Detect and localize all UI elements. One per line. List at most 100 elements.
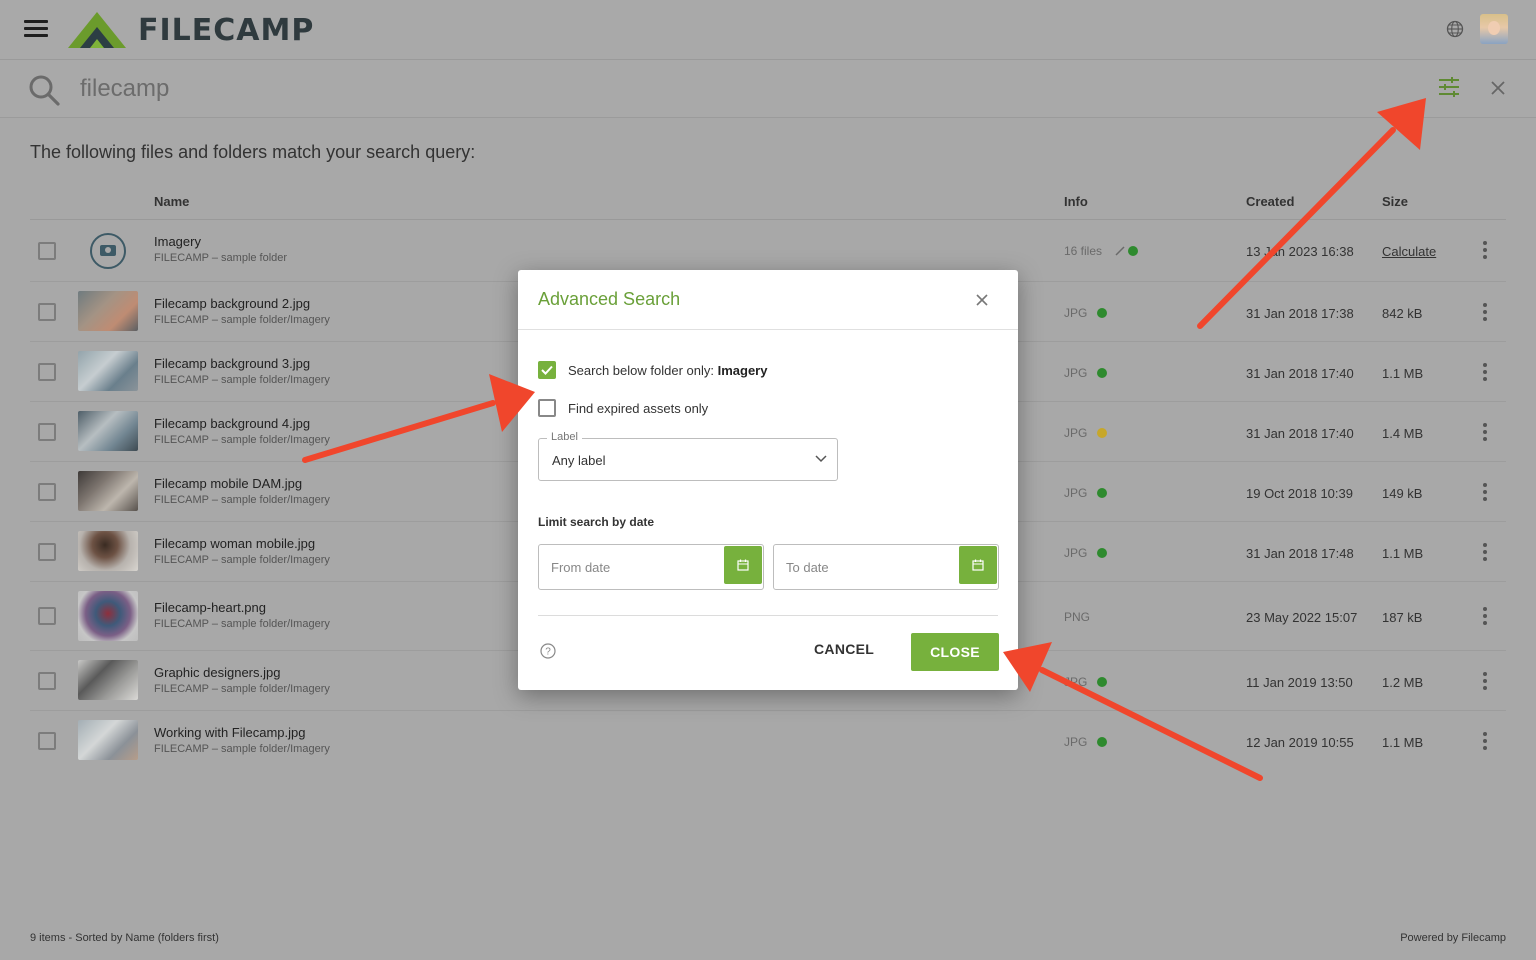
row-checkbox[interactable] <box>38 303 56 321</box>
file-info: JPG <box>1064 675 1088 689</box>
file-thumbnail[interactable] <box>78 471 138 511</box>
row-checkbox[interactable] <box>38 483 56 501</box>
from-date-calendar-button[interactable] <box>724 546 762 584</box>
file-size: 149 kB <box>1382 486 1423 501</box>
close-icon[interactable] <box>975 293 989 307</box>
file-name[interactable]: Filecamp background 4.jpg <box>154 416 310 431</box>
search-results-intro: The following files and folders match yo… <box>30 142 476 162</box>
logo-mark-icon <box>68 12 126 48</box>
file-size: 1.2 MB <box>1382 675 1424 690</box>
label-select-value: Any label <box>552 453 606 468</box>
kebab-icon[interactable] <box>1482 303 1488 321</box>
file-thumbnail[interactable] <box>78 720 138 760</box>
file-name[interactable]: Imagery <box>154 234 201 249</box>
file-name[interactable]: Filecamp background 3.jpg <box>154 356 310 371</box>
row-checkbox[interactable] <box>38 672 56 690</box>
file-name[interactable]: Graphic designers.jpg <box>154 665 280 680</box>
column-header-created[interactable]: Created <box>1246 194 1294 209</box>
row-checkbox[interactable] <box>38 543 56 561</box>
question-circle-icon[interactable]: ? <box>540 643 556 659</box>
file-size: 1.4 MB <box>1382 426 1424 441</box>
kebab-icon[interactable] <box>1482 241 1488 259</box>
top-bar: FILECAMP <box>0 0 1536 60</box>
file-created: 31 Jan 2018 17:48 <box>1246 546 1354 561</box>
status-dot <box>1097 428 1107 438</box>
dialog-title: Advanced Search <box>538 289 681 309</box>
status-dot <box>1128 246 1138 256</box>
file-thumbnail[interactable] <box>78 531 138 571</box>
file-path: FILECAMP – sample folder/Imagery <box>154 618 330 630</box>
label-select-legend: Label <box>547 431 582 443</box>
file-created: 31 Jan 2018 17:38 <box>1246 306 1354 321</box>
file-created: 12 Jan 2019 10:55 <box>1246 735 1354 750</box>
chevron-down-icon <box>815 455 827 463</box>
file-thumbnail[interactable] <box>78 660 138 700</box>
file-name[interactable]: Filecamp-heart.png <box>154 600 266 615</box>
kebab-icon[interactable] <box>1482 483 1488 501</box>
column-header-size[interactable]: Size <box>1382 194 1408 209</box>
close-button[interactable]: CLOSE <box>911 633 999 671</box>
file-size: 1.1 MB <box>1382 366 1424 381</box>
file-name[interactable]: Filecamp background 2.jpg <box>154 296 310 311</box>
cancel-button[interactable]: CANCEL <box>814 641 874 657</box>
file-name[interactable]: Working with Filecamp.jpg <box>154 725 305 740</box>
file-name[interactable]: Filecamp mobile DAM.jpg <box>154 476 302 491</box>
kebab-icon[interactable] <box>1482 423 1488 441</box>
file-path: FILECAMP – sample folder/Imagery <box>154 554 330 566</box>
table-row[interactable]: Working with Filecamp.jpg FILECAMP – sam… <box>30 711 1506 771</box>
to-date-calendar-button[interactable] <box>959 546 997 584</box>
search-below-label[interactable]: Search below folder only: Imagery <box>568 363 767 378</box>
kebab-icon[interactable] <box>1482 543 1488 561</box>
file-path: FILECAMP – sample folder/Imagery <box>154 314 330 326</box>
kebab-icon[interactable] <box>1482 672 1488 690</box>
divider <box>538 615 998 616</box>
hamburger-icon[interactable] <box>24 20 48 40</box>
kebab-icon[interactable] <box>1482 607 1488 625</box>
search-below-checkbox[interactable] <box>538 361 556 379</box>
label-select[interactable]: Label Any label <box>538 431 838 481</box>
row-checkbox[interactable] <box>38 607 56 625</box>
file-name[interactable]: Filecamp woman mobile.jpg <box>154 536 315 551</box>
search-below-folder: Imagery <box>717 363 768 378</box>
file-info: PNG <box>1064 610 1091 624</box>
status-dot <box>1097 308 1107 318</box>
row-checkbox[interactable] <box>38 242 56 260</box>
row-checkbox[interactable] <box>38 363 56 381</box>
file-path: FILECAMP – sample folder/Imagery <box>154 683 330 695</box>
sliders-icon[interactable] <box>1438 76 1460 98</box>
calculate-size-link[interactable]: Calculate <box>1382 244 1436 259</box>
search-icon <box>29 75 60 106</box>
close-search-icon[interactable] <box>1490 80 1506 96</box>
file-path: FILECAMP – sample folder <box>154 252 288 264</box>
row-checkbox[interactable] <box>38 423 56 441</box>
column-header-name[interactable]: Name <box>154 194 189 209</box>
status-dot <box>1097 737 1107 747</box>
file-created: 19 Oct 2018 10:39 <box>1246 486 1353 501</box>
advanced-search-dialog: Advanced Search Search below folder only… <box>518 270 1018 690</box>
row-checkbox[interactable] <box>38 732 56 750</box>
expired-assets-checkbox[interactable] <box>538 399 556 417</box>
divider <box>518 329 1018 330</box>
kebab-icon[interactable] <box>1482 363 1488 381</box>
file-thumbnail[interactable] <box>78 591 138 641</box>
file-thumbnail[interactable] <box>78 291 138 331</box>
expired-assets-label[interactable]: Find expired assets only <box>568 401 708 416</box>
calendar-icon <box>737 559 749 571</box>
file-thumbnail[interactable] <box>78 411 138 451</box>
search-bar <box>0 60 1536 118</box>
file-info: JPG <box>1064 735 1088 749</box>
kebab-icon[interactable] <box>1482 732 1488 750</box>
powered-by[interactable]: Powered by Filecamp <box>1400 932 1506 944</box>
search-input[interactable] <box>80 72 680 106</box>
from-date-placeholder: From date <box>551 560 611 575</box>
to-date-field[interactable]: To date <box>773 544 999 590</box>
file-thumbnail[interactable] <box>78 351 138 391</box>
avatar[interactable] <box>1480 14 1508 44</box>
globe-icon[interactable] <box>1446 20 1464 38</box>
to-date-placeholder: To date <box>786 560 829 575</box>
from-date-field[interactable]: From date <box>538 544 764 590</box>
file-size: 187 kB <box>1382 610 1423 625</box>
status-footer: 9 items - Sorted by Name (folders first) <box>30 932 219 944</box>
svg-text:?: ? <box>545 647 551 658</box>
filecamp-logo[interactable]: FILECAMP <box>64 8 314 52</box>
